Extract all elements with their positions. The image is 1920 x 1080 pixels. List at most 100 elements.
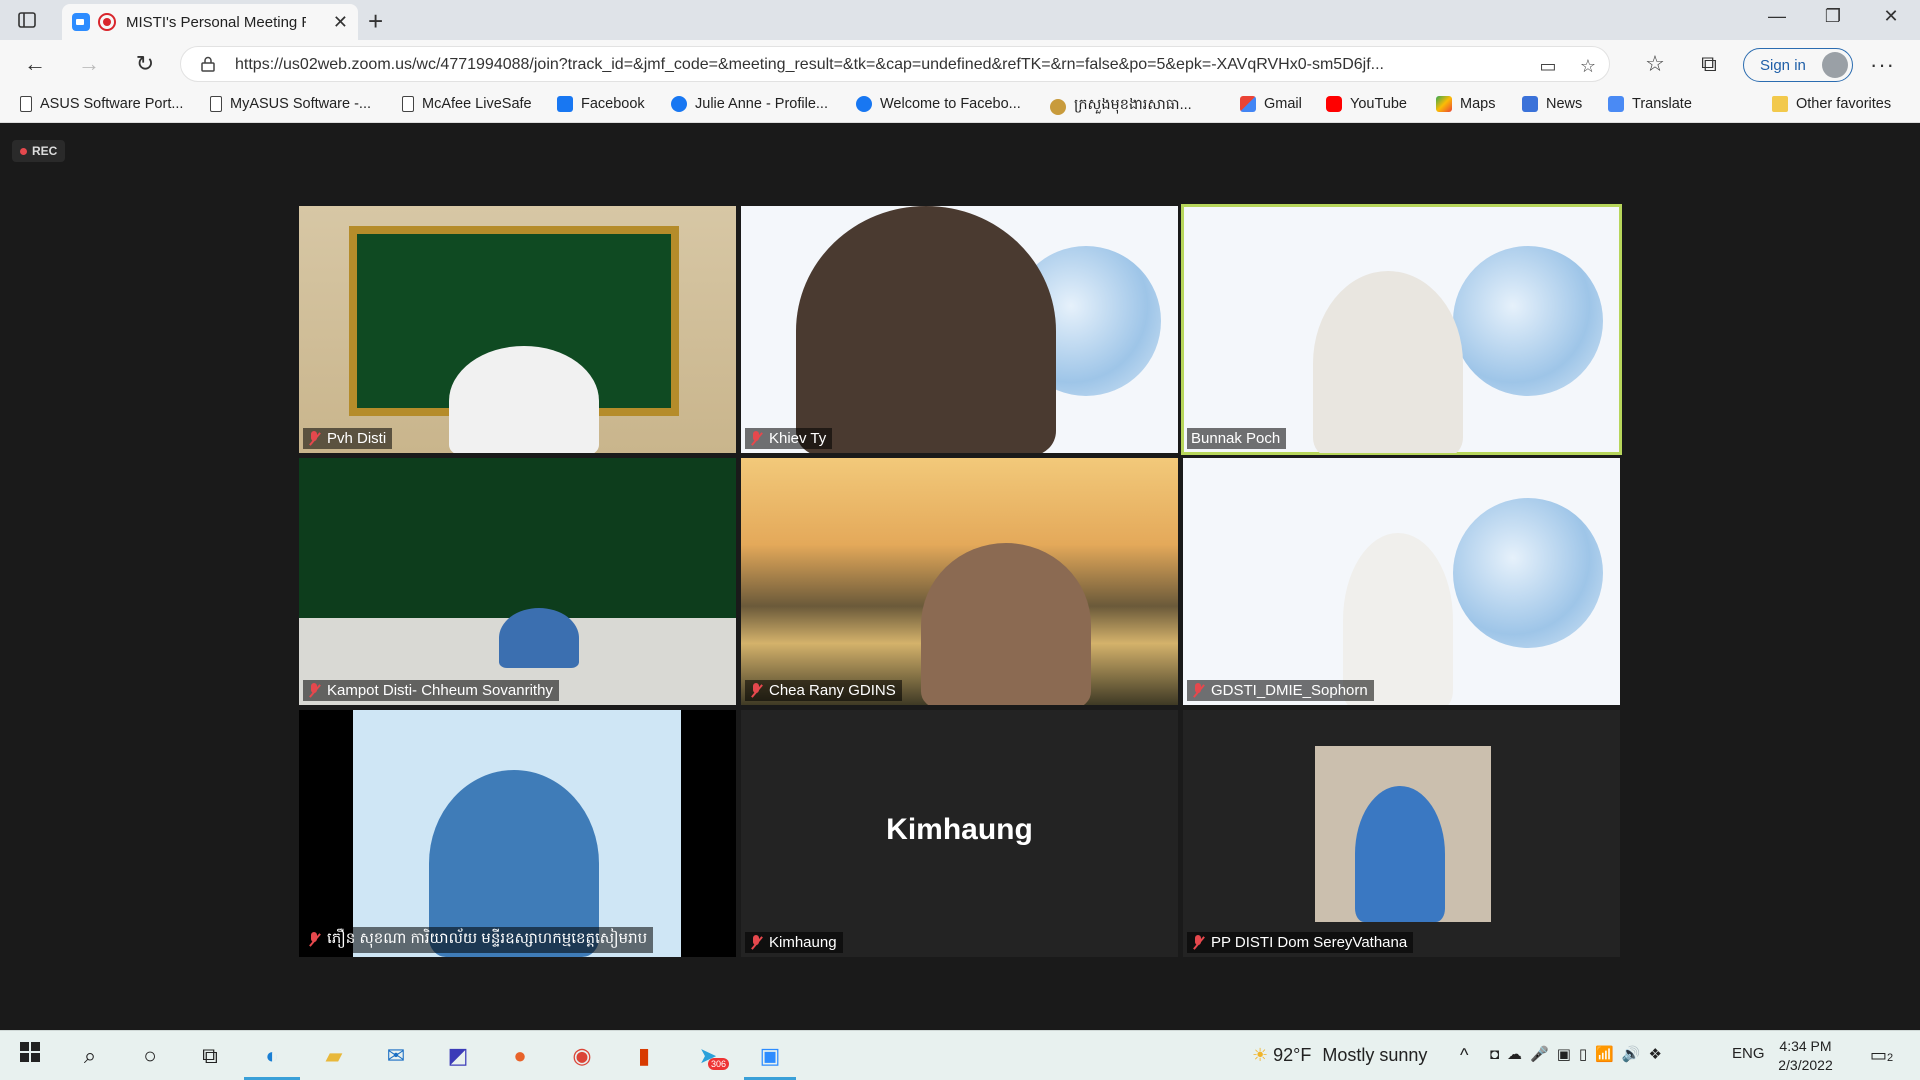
- participant-tile[interactable]: Khiev Ty: [741, 206, 1178, 453]
- participant-tile[interactable]: GDSTI_DMIE_Sophorn: [1183, 458, 1620, 705]
- participant-name: Pvh Disti: [303, 428, 393, 449]
- mic-muted-icon: [307, 932, 321, 948]
- bookmark-label: MyASUS Software -...: [230, 96, 372, 112]
- tab-title: MISTI's Personal Meeting Ro: [126, 13, 306, 31]
- bookmark-item[interactable]: Gmail: [1240, 96, 1302, 112]
- recording-icon: [98, 13, 116, 31]
- windows-start-icon[interactable]: [14, 1040, 46, 1072]
- globe-graphic: [1453, 246, 1603, 396]
- participant-name: PP DISTI Dom SereyVathana: [1187, 932, 1414, 953]
- office-icon[interactable]: ▮: [628, 1040, 660, 1072]
- system-tray-icons[interactable]: ◘☁🎤▣▯📶🔊❖: [1490, 1045, 1670, 1063]
- participant-name: Kampot Disti- Chheum Sovanrithy: [303, 680, 559, 701]
- mic-muted-icon: [749, 682, 763, 699]
- other-favorites[interactable]: Other favorites: [1772, 96, 1891, 112]
- bookmark-item[interactable]: Translate: [1608, 96, 1692, 112]
- close-tab-icon[interactable]: ✕: [333, 12, 348, 33]
- participant-tile[interactable]: Kampot Disti- Chheum Sovanrithy: [299, 458, 736, 705]
- mic-muted-icon: [307, 682, 321, 699]
- sign-in-button[interactable]: Sign in: [1743, 48, 1853, 82]
- recording-badge: REC: [12, 140, 66, 162]
- task-view-icon[interactable]: ⧉: [194, 1040, 226, 1072]
- participant-name: ភឿន សុខណា ការិយាល័យ មន្ទីរឧស្សាហកម្មខេត្…: [303, 927, 654, 953]
- more-menu-icon[interactable]: ···: [1870, 52, 1895, 78]
- notifications-icon[interactable]: ▭2: [1870, 1045, 1893, 1066]
- restore-icon[interactable]: ❐: [1808, 6, 1858, 27]
- sign-in-label: Sign in: [1760, 56, 1806, 74]
- url-text[interactable]: https://us02web.zoom.us/wc/4771994088/jo…: [235, 56, 1535, 74]
- bookmark-item[interactable]: Welcome to Facebo...: [856, 96, 1021, 112]
- file-explorer-icon[interactable]: ▰: [318, 1040, 350, 1072]
- participant-video: [449, 346, 599, 453]
- bookmark-label: McAfee LiveSafe: [422, 96, 532, 112]
- bookmark-label: Welcome to Facebo...: [880, 96, 1021, 112]
- document-icon: [402, 96, 414, 112]
- add-favorite-icon[interactable]: ☆: [1577, 55, 1599, 77]
- mic-muted-icon: [1191, 934, 1205, 951]
- close-window-icon[interactable]: ✕: [1866, 6, 1916, 27]
- bookmark-label: YouTube: [1350, 96, 1407, 112]
- telegram-icon[interactable]: ➤ 306: [692, 1040, 730, 1072]
- participant-tile[interactable]: PP DISTI Dom SereyVathana: [1183, 710, 1620, 957]
- chrome-icon[interactable]: ◉: [566, 1040, 598, 1072]
- participant-tile-active-speaker[interactable]: Bunnak Poch: [1181, 204, 1622, 455]
- bookmark-label: ក្រសួងមុខងារសាធា...: [1074, 97, 1192, 113]
- participant-tile[interactable]: Kimhaung Kimhaung: [741, 710, 1178, 957]
- bookmark-label: Translate: [1632, 96, 1692, 112]
- translate-icon: [1608, 96, 1624, 112]
- tray-chevron-icon[interactable]: ^: [1460, 1045, 1468, 1066]
- bookmark-item[interactable]: Maps: [1436, 96, 1495, 112]
- camera-permission-icon[interactable]: ▭: [1537, 55, 1559, 77]
- bookmark-item[interactable]: YouTube: [1326, 96, 1407, 112]
- mic-muted-icon: [749, 934, 763, 951]
- bookmark-label: Maps: [1460, 96, 1496, 112]
- zoom-meeting-area: REC Pvh Disti Khiev Ty Bunnak Poch Kampo…: [0, 124, 1920, 1030]
- video-off-name: Kimhaung: [886, 813, 1033, 846]
- wall-banner: [299, 458, 736, 618]
- browser-toolbar: ← → ↻ https://us02web.zoom.us/wc/4771994…: [0, 40, 1920, 88]
- profile-person: [1355, 786, 1445, 922]
- forward-icon[interactable]: →: [74, 50, 104, 80]
- avatar: [1822, 52, 1848, 78]
- participant-tile[interactable]: Chea Rany GDINS: [741, 458, 1178, 705]
- news-icon: [1522, 96, 1538, 112]
- new-tab-icon[interactable]: +: [368, 6, 383, 37]
- participant-tile[interactable]: Pvh Disti: [299, 206, 736, 453]
- facebook-icon: [671, 96, 687, 112]
- bookmark-label: ASUS Software Port...: [40, 96, 184, 112]
- edge-icon[interactable]: ◐: [256, 1040, 288, 1072]
- participant-video: [1313, 271, 1463, 453]
- maps-icon: [1436, 96, 1452, 112]
- bookmark-item[interactable]: ក្រសួងមុខងារសាធា...: [1050, 96, 1192, 117]
- other-favorites-label: Other favorites: [1796, 96, 1892, 112]
- collections-icon[interactable]: ⧉: [1694, 50, 1724, 80]
- bookmark-item[interactable]: MyASUS Software -...: [210, 96, 371, 112]
- bookmark-item[interactable]: McAfee LiveSafe: [402, 96, 532, 112]
- bookmark-item[interactable]: Julie Anne - Profile...: [671, 96, 828, 112]
- zoom-icon[interactable]: ▣: [754, 1040, 786, 1072]
- cortana-icon[interactable]: ○: [134, 1040, 166, 1072]
- bookmark-item[interactable]: News: [1522, 96, 1582, 112]
- clock[interactable]: 4:34 PM 2/3/2022: [1758, 1037, 1853, 1075]
- refresh-icon[interactable]: ↻: [130, 50, 160, 80]
- bookmark-item[interactable]: Facebook: [557, 96, 645, 112]
- firefox-icon[interactable]: ●: [504, 1040, 536, 1072]
- address-bar[interactable]: https://us02web.zoom.us/wc/4771994088/jo…: [180, 46, 1610, 82]
- mail-icon[interactable]: ✉: [380, 1040, 412, 1072]
- browser-tab-bar: MISTI's Personal Meeting Ro ✕ + — ❐ ✕: [0, 0, 1920, 40]
- rec-label: REC: [32, 144, 58, 158]
- lock-icon[interactable]: [201, 56, 215, 72]
- tab-actions-icon[interactable]: [14, 8, 40, 32]
- favorites-icon[interactable]: ☆: [1640, 50, 1670, 80]
- minimize-icon[interactable]: —: [1752, 6, 1802, 27]
- clock-time: 4:34 PM: [1779, 1038, 1832, 1054]
- bookmark-item[interactable]: ASUS Software Port...: [20, 96, 183, 112]
- active-tab[interactable]: MISTI's Personal Meeting Ro ✕: [62, 4, 358, 40]
- weather-widget[interactable]: ☀ 92°F Mostly sunny: [1252, 1045, 1427, 1066]
- participant-tile[interactable]: ភឿន សុខណា ការិយាល័យ មន្ទីរឧស្សាហកម្មខេត្…: [299, 710, 736, 957]
- search-icon[interactable]: ⌕: [74, 1040, 106, 1072]
- participant-name: Bunnak Poch: [1187, 428, 1287, 449]
- back-icon[interactable]: ←: [20, 50, 50, 80]
- document-icon: [20, 96, 32, 112]
- app-icon[interactable]: ◩: [442, 1040, 474, 1072]
